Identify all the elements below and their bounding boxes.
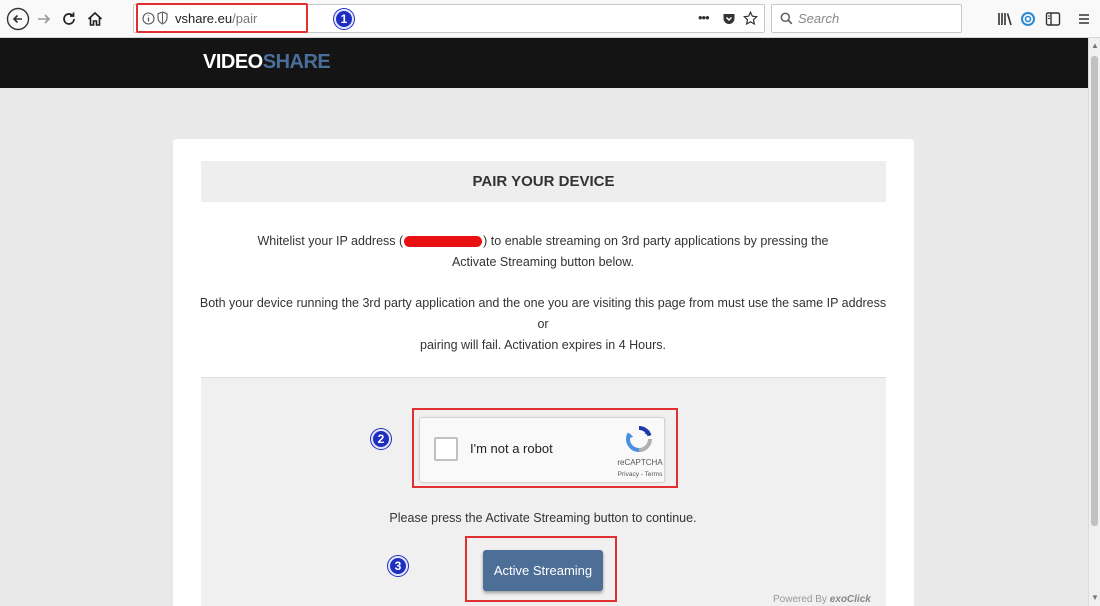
recaptcha-privacy-terms-links[interactable]: Privacy - Terms (606, 471, 674, 478)
site-logo[interactable]: VIDEOSHARE (203, 51, 331, 74)
note-paragraph: Both your device running the 3rd party a… (193, 293, 893, 356)
back-button[interactable] (5, 6, 31, 32)
page-actions-menu[interactable]: ••• (698, 10, 710, 25)
scroll-up-arrow-icon[interactable]: ▲ (1090, 41, 1100, 51)
sync-icon (1021, 12, 1035, 26)
page-scrollbar[interactable]: ▲ ▼ (1088, 38, 1100, 606)
logo-text-video: VIDEO (203, 51, 263, 73)
powered-by-brand[interactable]: exoClick (830, 594, 871, 605)
forward-button[interactable] (31, 6, 57, 32)
url-highlight-box (136, 3, 308, 33)
reload-icon (63, 12, 75, 25)
bookmark-star-icon[interactable] (743, 11, 758, 26)
recaptcha-label: I'm not a robot (470, 441, 553, 456)
note-text-line1: Both your device running the 3rd party a… (199, 296, 887, 331)
annotation-badge-1: 1 (334, 9, 354, 29)
intro-text-before: Whitelist your IP address ( (257, 234, 404, 248)
pair-device-card: PAIR YOUR DEVICE Whitelist your IP addre… (173, 139, 914, 606)
home-button[interactable] (82, 6, 108, 32)
active-streaming-button[interactable]: Active Streaming (483, 550, 603, 591)
reload-button[interactable] (56, 6, 82, 32)
intro-text-line2: Activate Streaming button below. (451, 255, 635, 269)
forward-arrow-icon (38, 14, 51, 24)
scroll-down-arrow-icon[interactable]: ▼ (1090, 593, 1100, 603)
sidebar-button[interactable] (1040, 6, 1066, 32)
search-icon (780, 12, 793, 25)
continue-instruction: Please press the Activate Streaming butt… (389, 511, 697, 525)
powered-by-label: Powered By (773, 594, 827, 605)
sidebar-icon (1045, 12, 1061, 26)
search-placeholder: Search (798, 11, 840, 26)
hamburger-menu-icon (1079, 14, 1089, 24)
recaptcha-widget: I'm not a robot reCAPTCHA Privacy - Term… (419, 417, 665, 483)
home-icon (87, 11, 103, 26)
site-header: VIDEOSHARE (0, 38, 1088, 88)
recaptcha-logo-icon (625, 426, 652, 452)
sync-button[interactable] (1015, 6, 1041, 32)
library-icon (998, 13, 1012, 26)
card-title-bar: PAIR YOUR DEVICE (201, 161, 886, 202)
back-arrow-icon (6, 7, 30, 31)
intro-paragraph: Whitelist your IP address ( ) to enable s… (193, 231, 893, 273)
annotation-badge-2: 2 (371, 429, 391, 449)
pocket-icon[interactable] (722, 12, 736, 26)
menu-button[interactable] (1071, 6, 1097, 32)
search-box[interactable]: Search (771, 4, 962, 33)
redacted-ip-address (404, 236, 483, 248)
note-text-line2: pairing will fail. Activation expires in… (420, 338, 666, 352)
recaptcha-brand: reCAPTCHA (617, 458, 663, 467)
intro-text-after: ) to enable streaming on 3rd party appli… (483, 234, 829, 248)
recaptcha-checkbox[interactable] (434, 437, 458, 461)
page-title: PAIR YOUR DEVICE (472, 173, 615, 190)
annotation-badge-3: 3 (388, 556, 408, 576)
logo-text-share: SHARE (262, 51, 331, 73)
powered-by-credit: Powered By exoClick (773, 594, 871, 605)
browser-toolbar: vshare.eu/pair ••• 1 Search (0, 0, 1100, 38)
scroll-thumb[interactable] (1091, 56, 1098, 526)
